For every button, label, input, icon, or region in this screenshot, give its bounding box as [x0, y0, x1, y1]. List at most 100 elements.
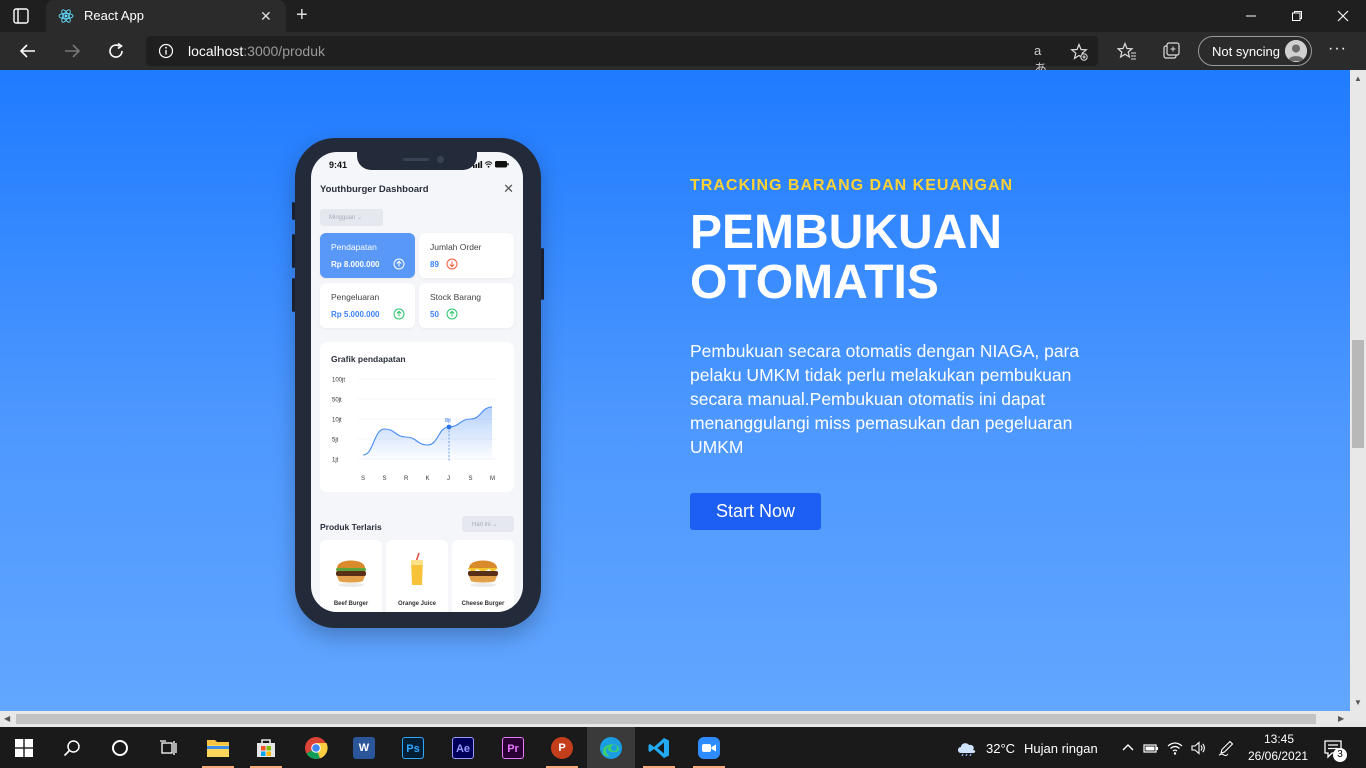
- weather-cloud-icon[interactable]: [956, 740, 978, 756]
- stat-value: Rp 5.000.000: [331, 310, 380, 319]
- url-host: localhost: [188, 43, 244, 59]
- trend-up-icon: [446, 308, 458, 320]
- taskbar-app-word[interactable]: W: [340, 727, 388, 768]
- chart-highlight-label: 8jt: [445, 418, 451, 424]
- products-filter: Hari ini ⌄: [462, 516, 514, 532]
- stat-card-pengeluaran: Pengeluaran Rp 5.000.000: [320, 283, 415, 328]
- vscode-icon: [648, 737, 669, 758]
- url-text[interactable]: localhost:3000/produk: [188, 43, 325, 59]
- cortana-icon: [112, 739, 128, 756]
- products-filter-label: Hari ini: [472, 522, 491, 528]
- scrollbar-corner: [1350, 711, 1366, 727]
- chart-x-tick-label: K: [426, 476, 430, 482]
- juice-glass-icon: [411, 552, 423, 585]
- trend-down-icon: [446, 258, 458, 270]
- notification-count-badge: 3: [1333, 748, 1347, 762]
- scroll-down-icon[interactable]: ▼: [1354, 698, 1362, 707]
- premiere-icon: Pr: [502, 736, 524, 759]
- new-tab-icon[interactable]: +: [296, 4, 308, 26]
- address-bar[interactable]: localhost:3000/produk aあ: [146, 36, 1098, 76]
- taskbar-app-zoom[interactable]: [685, 727, 733, 768]
- taskbar-app-premiere[interactable]: Pr: [489, 727, 537, 768]
- taskbar-app-file-explorer[interactable]: [194, 727, 242, 768]
- minimize-icon[interactable]: [1228, 0, 1274, 32]
- phone-power-button: [541, 248, 544, 300]
- revenue-chart: 100jt 50jt 10jt 5jt 1jt S S R K J S M 8jt: [332, 378, 496, 482]
- taskbar-app-powerpoint[interactable]: P: [538, 727, 586, 768]
- taskbar-app-after-effects[interactable]: Ae: [439, 727, 487, 768]
- weather-temperature[interactable]: 32°C: [986, 741, 1015, 756]
- more-menu-icon[interactable]: ···: [1328, 40, 1347, 58]
- react-logo-icon: [58, 9, 74, 23]
- wifi-icon[interactable]: [1167, 740, 1183, 756]
- dashboard-title: Youthburger Dashboard: [320, 184, 429, 195]
- volume-icon[interactable]: [1190, 740, 1206, 756]
- chart-x-tick-label: S: [383, 476, 387, 482]
- chevron-up-icon[interactable]: [1120, 740, 1136, 756]
- stat-card-stock-barang: Stock Barang 50: [419, 283, 514, 328]
- collections-icon[interactable]: [1161, 41, 1181, 61]
- period-filter: Mingguan ⌄: [320, 209, 383, 226]
- browser-toolbar: localhost:3000/produk aあ Not syncing ···: [0, 32, 1366, 76]
- horizontal-scroll-thumb[interactable]: [16, 714, 1316, 724]
- clock-time[interactable]: 13:45: [1264, 732, 1294, 746]
- battery-icon[interactable]: [1143, 740, 1159, 756]
- chart-x-tick-label: S: [361, 476, 365, 482]
- taskbar-app-vscode[interactable]: [635, 727, 683, 768]
- scroll-left-icon[interactable]: ◀: [4, 714, 10, 723]
- edge-icon: [600, 736, 622, 759]
- favorites-icon[interactable]: [1117, 41, 1137, 61]
- start-now-button[interactable]: Start Now: [690, 493, 821, 530]
- forward-icon[interactable]: [62, 41, 82, 61]
- add-favorite-icon[interactable]: [1070, 43, 1088, 61]
- close-window-icon[interactable]: [1320, 0, 1366, 32]
- stat-value: 50: [430, 310, 439, 319]
- search-button[interactable]: [48, 727, 96, 768]
- refresh-icon[interactable]: [106, 41, 126, 61]
- powerpoint-icon: P: [551, 736, 573, 759]
- tab-actions-icon[interactable]: [12, 7, 30, 25]
- stat-label: Pendapatan: [331, 242, 377, 252]
- phone-status-icons: [473, 161, 509, 168]
- revenue-chart-card: Grafik pendapatan 100jt 50jt 10jt 5jt 1jt S S R…: [320, 342, 514, 492]
- tab-close-icon[interactable]: ✕: [260, 8, 272, 24]
- url-path: :3000/produk: [243, 43, 325, 59]
- restore-icon[interactable]: [1274, 0, 1320, 32]
- site-info-icon[interactable]: [158, 43, 174, 59]
- chart-x-tick-label: M: [490, 476, 495, 482]
- stat-card-jumlah-order: Jumlah Order 89: [419, 233, 514, 278]
- chart-x-tick-label: J: [447, 476, 450, 482]
- trend-up-icon: [393, 258, 405, 270]
- taskbar-app-photoshop[interactable]: Ps: [389, 727, 437, 768]
- hero-title: PEMBUKUAN OTOMATIS: [690, 206, 1002, 309]
- product-card-orange-juice: Orange Juice: [386, 540, 448, 612]
- windows-logo-icon: [15, 738, 33, 757]
- chart-y-tick-label: 5jt: [332, 438, 339, 444]
- vertical-scrollbar[interactable]: ▲ ▼: [1350, 70, 1366, 711]
- phone-screen: 9:41 Youthburger Dashboard ✕ Mingguan ⌄ …: [311, 152, 523, 612]
- taskbar-app-edge[interactable]: [587, 727, 635, 768]
- vertical-scroll-thumb[interactable]: [1352, 340, 1364, 448]
- taskbar-app-microsoft-store[interactable]: [242, 727, 290, 768]
- taskbar-app-chrome[interactable]: [292, 727, 340, 768]
- weather-description[interactable]: Hujan ringan: [1024, 741, 1098, 756]
- browser-tab[interactable]: React App ✕: [46, 0, 286, 32]
- clock-date[interactable]: 26/06/2021: [1248, 749, 1308, 763]
- pen-icon[interactable]: [1218, 740, 1234, 756]
- tab-title: React App: [84, 8, 144, 23]
- scroll-up-icon[interactable]: ▲: [1354, 74, 1362, 83]
- notch-camera: [437, 156, 444, 163]
- profile-sync-button[interactable]: Not syncing: [1198, 36, 1312, 66]
- scroll-right-icon[interactable]: ▶: [1338, 714, 1344, 723]
- start-button[interactable]: [0, 727, 48, 768]
- chart-y-tick-label: 100jt: [332, 378, 345, 384]
- horizontal-scrollbar[interactable]: ◀ ▶: [0, 711, 1350, 727]
- read-aloud-icon[interactable]: aあ: [1034, 43, 1052, 76]
- burger-icon: [336, 560, 366, 587]
- stat-label: Stock Barang: [430, 292, 482, 302]
- stat-card-pendapatan: Pendapatan Rp 8.000.000: [320, 233, 415, 278]
- back-icon[interactable]: [18, 41, 38, 61]
- cortana-button[interactable]: [96, 727, 144, 768]
- task-view-icon: [160, 739, 177, 755]
- task-view-button[interactable]: [144, 727, 192, 768]
